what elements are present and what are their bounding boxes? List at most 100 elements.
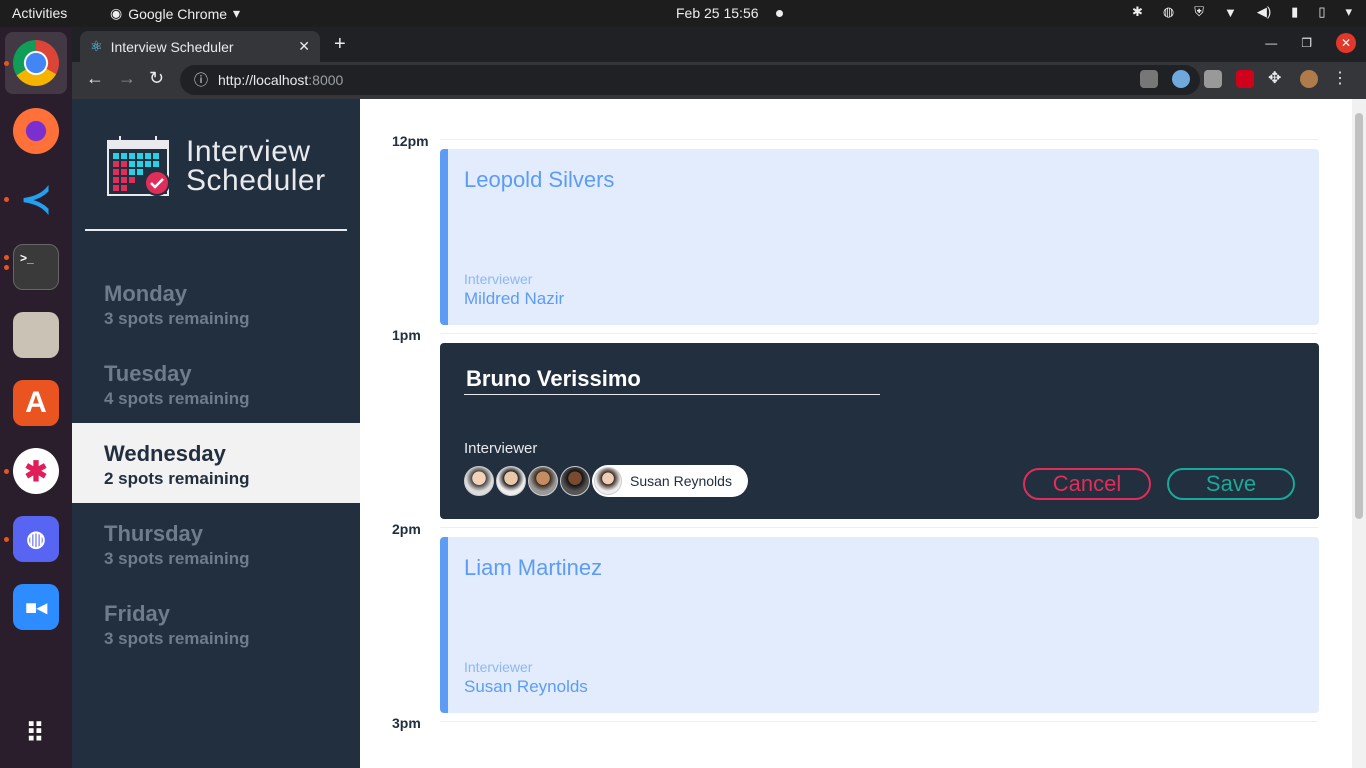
wifi-icon[interactable]: ▼: [1224, 5, 1237, 20]
day-spots: 3 spots remaining: [104, 549, 250, 568]
new-tab-icon[interactable]: +: [334, 33, 346, 56]
power-menu-icon[interactable]: ▾: [1345, 4, 1352, 20]
interviewer-avatar[interactable]: [464, 466, 494, 496]
microphone-icon[interactable]: ▮: [1291, 4, 1298, 20]
brand: Interview Scheduler: [106, 135, 326, 197]
address-bar[interactable]: ⓘ http://localhost:8000 ☆: [180, 65, 1200, 95]
day-name: Wednesday: [104, 441, 226, 466]
zoom-icon[interactable]: ■◂: [13, 584, 59, 630]
software-center-icon[interactable]: A: [13, 380, 59, 426]
extensions-bar: ✥ ⋮: [1140, 70, 1350, 88]
extension-circle-icon[interactable]: [1172, 70, 1190, 88]
day-name: Monday: [104, 281, 188, 306]
notification-dot: [776, 10, 783, 17]
activities-button[interactable]: Activities: [12, 5, 67, 21]
day-item-monday[interactable]: Monday 3 spots remaining: [72, 263, 360, 343]
extension-red-icon[interactable]: [1236, 70, 1254, 88]
student-name-input[interactable]: [464, 363, 880, 395]
interviewer-name: Susan Reynolds: [464, 677, 588, 696]
tab-interview-scheduler[interactable]: ⚛ Interview Scheduler ✕: [80, 31, 320, 62]
day-spots: 3 spots remaining: [104, 309, 250, 328]
calendar-logo-icon: [107, 136, 170, 196]
student-name: Liam Martinez: [464, 555, 603, 580]
discord-icon[interactable]: ◍: [13, 516, 59, 562]
dock-running-indicator: [4, 265, 9, 270]
sidebar: Interview Scheduler Monday 3 spots remai…: [72, 99, 360, 768]
interviewer-avatar[interactable]: [560, 466, 590, 496]
window-controls: — ❐ ✕: [1265, 33, 1356, 53]
show-apps-icon[interactable]: ⠿: [13, 710, 59, 756]
brand-title: Interview Scheduler: [186, 135, 326, 196]
chrome-icon[interactable]: [13, 40, 59, 86]
system-tray[interactable]: ✱ ◍ ⛨ ▼ ◀) ▮ ▯ ▾: [1132, 4, 1352, 20]
appointment-form: Interviewer Susan Reynolds Cancel Save: [440, 343, 1319, 519]
battery-icon[interactable]: ▯: [1318, 4, 1325, 20]
info-icon[interactable]: ⓘ: [194, 70, 208, 90]
vscode-icon[interactable]: ≺: [13, 176, 59, 222]
dock-running-indicator: [4, 61, 9, 66]
terminal-icon[interactable]: >_: [13, 244, 59, 290]
discord-tray-icon[interactable]: ◍: [1163, 4, 1174, 20]
day-name: Friday: [104, 601, 171, 626]
forward-icon[interactable]: →: [118, 68, 136, 89]
close-tab-icon[interactable]: ✕: [298, 38, 310, 55]
hour-divider: [440, 527, 1318, 528]
firefox-icon[interactable]: [13, 108, 59, 154]
app-menu[interactable]: ◉ Google Chrome ▾: [110, 5, 240, 22]
close-window-icon[interactable]: ✕: [1336, 33, 1356, 53]
interviewer-avatar[interactable]: [496, 466, 526, 496]
sidebar-divider: [85, 229, 347, 231]
cancel-button[interactable]: Cancel: [1023, 468, 1151, 500]
maximize-icon[interactable]: ❐: [1301, 36, 1312, 50]
save-button[interactable]: Save: [1167, 468, 1295, 500]
hour-label: 3pm: [392, 715, 421, 731]
day-name: Thursday: [104, 521, 204, 546]
day-item-friday[interactable]: Friday 3 spots remaining: [72, 583, 360, 663]
selected-interviewer-chip[interactable]: Susan Reynolds: [592, 465, 748, 497]
extension-tools-icon[interactable]: [1204, 70, 1222, 88]
reload-icon[interactable]: ↻: [149, 68, 164, 89]
tab-strip: ⚛ Interview Scheduler ✕ + — ❐ ✕: [72, 27, 1366, 62]
scrollbar-thumb[interactable]: [1355, 113, 1363, 519]
slack-tray-icon[interactable]: ✱: [1132, 4, 1143, 20]
extensions-puzzle-icon[interactable]: ✥: [1268, 70, 1286, 88]
back-icon[interactable]: ←: [86, 68, 104, 89]
dock-running-indicator: [4, 537, 9, 542]
profile-avatar[interactable]: [1300, 70, 1318, 88]
day-item-tuesday[interactable]: Tuesday 4 spots remaining: [72, 343, 360, 423]
interviewer-list: Susan Reynolds: [464, 465, 748, 497]
shield-tray-icon[interactable]: ⛨: [1194, 4, 1204, 20]
interviewer-avatar: [594, 467, 622, 495]
brand-title-line1: Interview: [186, 135, 311, 168]
files-icon[interactable]: [13, 312, 59, 358]
interviewer-label: Interviewer: [464, 659, 533, 675]
slack-icon[interactable]: ✱: [13, 448, 59, 494]
clock[interactable]: Feb 25 15:56: [676, 5, 759, 21]
minimize-icon[interactable]: —: [1265, 36, 1277, 50]
app-menu-label: Google Chrome: [128, 5, 228, 22]
chevron-down-icon: ▾: [233, 5, 241, 21]
extension-database-icon[interactable]: [1140, 70, 1158, 88]
chrome-small-icon: ◉: [110, 5, 123, 21]
url-host: http://localhost: [218, 72, 309, 88]
hour-label: 1pm: [392, 327, 421, 343]
url-port: :8000: [308, 72, 344, 88]
day-item-thursday[interactable]: Thursday 3 spots remaining: [72, 503, 360, 583]
appointment-card[interactable]: Leopold Silvers Interviewer Mildred Nazi…: [440, 149, 1319, 325]
interviewer-avatar[interactable]: [528, 466, 558, 496]
page-scrollbar[interactable]: [1352, 99, 1366, 768]
appointment-card[interactable]: Liam Martinez Interviewer Susan Reynolds: [440, 537, 1319, 713]
interview-scheduler-app: Interview Scheduler Monday 3 spots remai…: [72, 99, 1366, 768]
hour-divider: [440, 139, 1318, 140]
day-spots: 4 spots remaining: [104, 389, 250, 408]
hour-divider: [440, 333, 1318, 334]
tab-title: Interview Scheduler: [110, 38, 234, 55]
day-item-wednesday[interactable]: Wednesday 2 spots remaining: [72, 423, 360, 503]
hour-divider: [440, 721, 1318, 722]
interviewer-name: Mildred Nazir: [464, 289, 565, 308]
chrome-menu-icon[interactable]: ⋮: [1332, 70, 1350, 88]
volume-icon[interactable]: ◀): [1257, 4, 1271, 20]
hour-label: 12pm: [392, 133, 429, 149]
day-spots: 3 spots remaining: [104, 629, 250, 648]
hour-label: 2pm: [392, 521, 421, 537]
